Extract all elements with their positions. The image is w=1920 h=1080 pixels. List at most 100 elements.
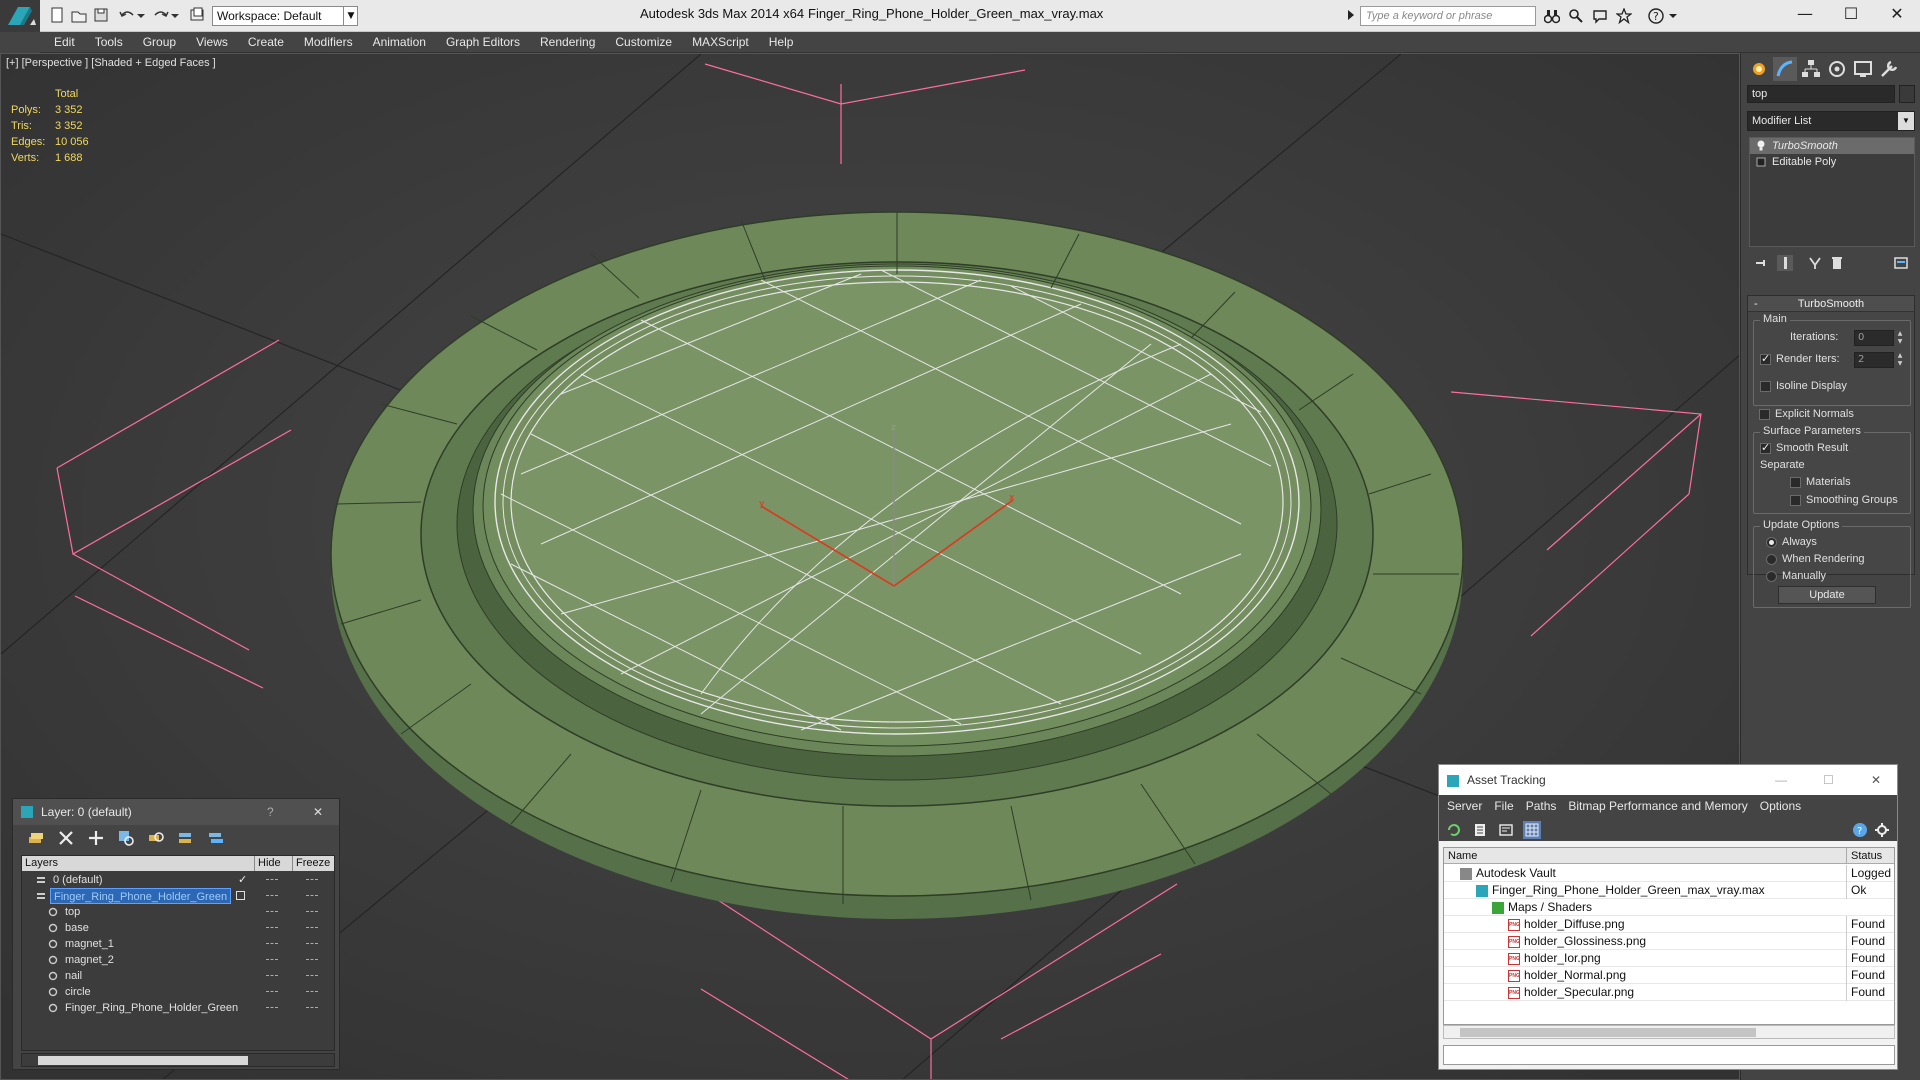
render-iters-spinner[interactable]: 2 [1854,352,1894,368]
layer-name[interactable]: circle [62,984,94,1000]
layer-name[interactable]: 0 (default) [50,872,106,888]
minimize-icon[interactable]: — [1775,765,1787,795]
table-view-icon[interactable] [1523,821,1541,839]
menu-help[interactable]: Help [759,32,804,53]
rollout-header[interactable]: - TurboSmooth [1748,296,1914,312]
iterations-spin-arrows[interactable]: ▲ ▼ [1896,330,1904,346]
hide-column-header[interactable]: Hide [254,856,281,871]
redo-icon[interactable] [152,6,170,24]
freeze-toggle[interactable] [306,895,318,897]
stack-item-turbosmooth[interactable]: TurboSmooth [1750,138,1914,154]
menu-edit[interactable]: Edit [44,32,85,53]
render-iters-spin-arrows[interactable]: ▲ ▼ [1896,352,1904,368]
show-end-result-icon[interactable] [1777,255,1793,271]
freeze-toggle[interactable] [306,879,318,881]
close-button[interactable]: ✕ [1874,0,1920,28]
workspace-dropdown-arrow[interactable]: ▼ [343,6,358,26]
asset-menu-bitmap-performance[interactable]: Bitmap Performance and Memory [1562,795,1753,817]
redo-dropdown-icon[interactable] [170,6,188,24]
undo-icon[interactable] [118,6,136,24]
create-tab-icon[interactable] [1747,57,1771,81]
layers-column-header[interactable]: Layers [22,856,58,871]
search-icon[interactable] [1568,8,1584,24]
asset-row[interactable]: Autodesk Vault Logged Out [1444,865,1894,882]
freeze-toggle[interactable] [306,943,318,945]
asset-menu-paths[interactable]: Paths [1520,795,1563,817]
hierarchy-tab-icon[interactable] [1799,57,1823,81]
freeze-all-layers-icon[interactable] [207,829,225,847]
save-icon[interactable] [92,6,110,24]
select-objects-in-layer-icon[interactable] [117,829,135,847]
asset-row[interactable]: PNG holder_Normal.png Found [1444,967,1894,984]
workspace-selector[interactable]: Workspace: Default [212,6,358,26]
asset-row[interactable]: Finger_Ring_Phone_Holder_Green_max_vray.… [1444,882,1894,899]
layer-object-row[interactable]: base [22,920,334,936]
hide-toggle[interactable] [266,911,278,913]
expand-plus-icon[interactable] [1756,156,1766,168]
menu-tools[interactable]: Tools [85,32,133,53]
when-rendering-radio[interactable] [1766,554,1777,565]
scrollbar-thumb[interactable] [38,1056,248,1065]
menu-group[interactable]: Group [133,32,186,53]
layer-name[interactable]: nail [62,968,85,984]
favorites-star-icon[interactable] [1615,7,1633,25]
lightbulb-icon[interactable] [1756,140,1766,152]
layer-name[interactable]: base [62,920,92,936]
layer-tree[interactable]: Layers Hide Freeze 0 (default) ✓ Finger_Ri… [21,855,335,1051]
project-folder-icon[interactable] [188,6,206,24]
scrollbar-thumb[interactable] [1460,1028,1756,1037]
detail-view-icon[interactable] [1497,821,1515,839]
stack-item-editable-poly[interactable]: Editable Poly [1750,154,1914,170]
freeze-toggle[interactable] [306,927,318,929]
asset-row[interactable]: Maps / Shaders [1444,899,1894,916]
hide-toggle[interactable] [266,879,278,881]
hide-toggle[interactable] [266,991,278,993]
help-icon[interactable]: ? [1648,8,1664,24]
render-iters-checkbox[interactable] [1760,352,1771,365]
freeze-toggle[interactable] [306,911,318,913]
menu-rendering[interactable]: Rendering [530,32,605,53]
chevron-down-icon[interactable]: ▼ [1898,112,1914,130]
always-radio[interactable] [1766,537,1777,548]
utilities-tab-icon[interactable] [1877,57,1901,81]
update-button[interactable]: Update [1778,586,1876,604]
freeze-toggle[interactable] [306,1007,318,1009]
explicit-normals-checkbox[interactable] [1759,409,1770,420]
manually-radio[interactable] [1766,571,1777,582]
asset-menu-server[interactable]: Server [1441,795,1488,817]
layer-object-row[interactable]: circle [22,984,334,1000]
menu-modifiers[interactable]: Modifiers [294,32,363,53]
help-button[interactable]: ? [267,799,274,825]
app-logo-icon[interactable] [0,0,40,32]
layer-row[interactable]: 0 (default) ✓ [22,872,334,888]
menu-animation[interactable]: Animation [363,32,436,53]
binoculars-icon[interactable] [1543,8,1561,24]
hide-toggle[interactable] [266,927,278,929]
layer-horizontal-scrollbar[interactable] [21,1053,335,1067]
name-column-header[interactable]: Name [1444,848,1477,864]
remove-modifier-icon[interactable] [1829,255,1845,271]
new-file-icon[interactable] [48,6,66,24]
status-column-header[interactable]: Status [1846,848,1882,864]
list-view-icon[interactable] [1471,821,1489,839]
layer-name[interactable]: magnet_1 [62,936,117,952]
menu-graph-editors[interactable]: Graph Editors [436,32,530,53]
asset-status-field[interactable] [1443,1045,1895,1065]
ring-holder-model[interactable] [330,211,1464,919]
layer-panel-titlebar[interactable]: Layer: 0 (default) ? ✕ [13,799,339,825]
menu-customize[interactable]: Customize [605,32,682,53]
layer-object-row[interactable]: nail [22,968,334,984]
modifier-list-dropdown[interactable]: Modifier List ▼ [1747,111,1915,131]
close-button[interactable]: ✕ [313,799,323,825]
hide-toggle[interactable] [266,975,278,977]
layer-row[interactable]: Finger_Ring_Phone_Holder_Green [22,888,334,904]
hide-toggle[interactable] [266,1007,278,1009]
add-to-layer-icon[interactable] [87,829,105,847]
help-icon[interactable]: ? [1851,821,1869,839]
help-dropdown-icon[interactable] [1668,8,1684,24]
materials-checkbox[interactable] [1790,477,1801,488]
menu-maxscript[interactable]: MAXScript [682,32,759,53]
asset-row[interactable]: PNG holder_Glossiness.png Found [1444,933,1894,950]
object-color-swatch[interactable] [1899,85,1915,103]
modifier-stack[interactable]: TurboSmooth Editable Poly [1749,137,1915,247]
